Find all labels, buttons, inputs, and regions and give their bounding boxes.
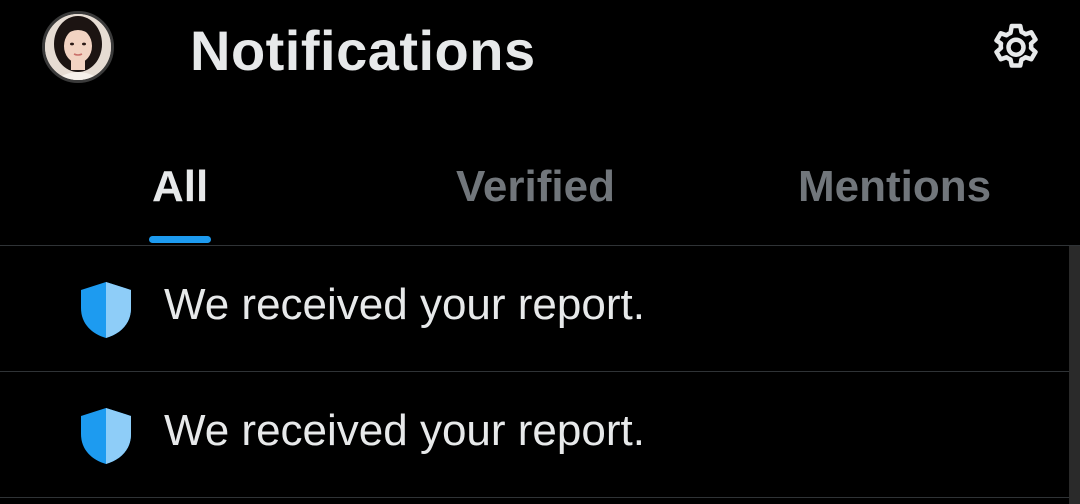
- shield-icon: [81, 408, 131, 464]
- notifications-screen: Notifications All Verified Mentions We r…: [0, 0, 1080, 504]
- tab-label: Verified: [456, 162, 615, 211]
- tab-label: Mentions: [798, 162, 992, 211]
- scrollbar[interactable]: [1069, 246, 1080, 504]
- notification-list: We received your report. We received you…: [0, 246, 1080, 498]
- header: Notifications: [0, 0, 1080, 110]
- tab-label: All: [152, 162, 209, 211]
- gear-icon: [994, 23, 1038, 68]
- notification-text: We received your report.: [164, 280, 645, 329]
- tab-all[interactable]: All: [149, 140, 212, 246]
- tab-bar: All Verified Mentions: [0, 140, 1080, 246]
- notification-text: We received your report.: [164, 406, 645, 455]
- list-item[interactable]: We received your report.: [0, 372, 1080, 498]
- shield-icon: [81, 282, 131, 338]
- settings-button[interactable]: [986, 16, 1046, 76]
- avatar[interactable]: [42, 11, 114, 83]
- tab-mentions[interactable]: Mentions: [798, 140, 1008, 246]
- avatar-photo: [45, 14, 111, 80]
- active-tab-indicator: [149, 236, 211, 243]
- list-item[interactable]: We received your report.: [0, 246, 1080, 372]
- tab-verified[interactable]: Verified: [456, 140, 626, 246]
- page-title: Notifications: [190, 19, 536, 82]
